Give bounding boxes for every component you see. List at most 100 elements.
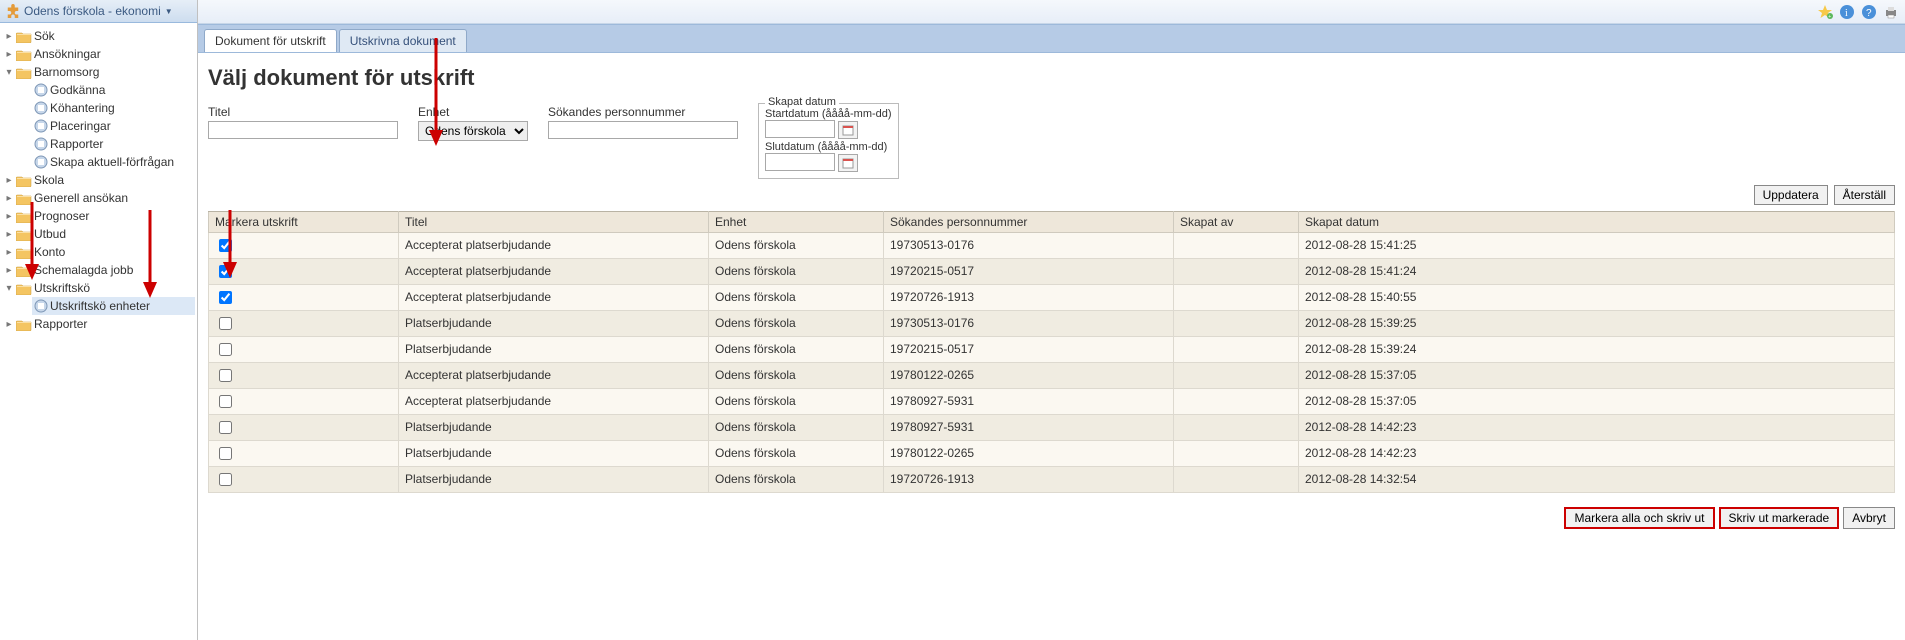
table-row: PlatserbjudandeOdens förskola19720215-05… [209,336,1895,362]
cell-date: 2012-08-28 15:40:55 [1299,284,1895,310]
start-date-input[interactable] [765,120,835,138]
cell-date: 2012-08-28 15:41:25 [1299,232,1895,258]
tree-item[interactable]: ▸Skola [2,171,195,189]
expander-icon[interactable]: ▸ [4,211,14,222]
tree-item[interactable]: ▸Generell ansökan [2,189,195,207]
expander-icon[interactable]: ▸ [4,319,14,330]
calendar-icon [842,124,854,136]
expander-icon[interactable]: ▸ [4,229,14,240]
tree-item[interactable]: ▾Barnomsorg [2,63,195,81]
expander-icon[interactable]: ▸ [4,247,14,258]
expander-icon[interactable]: ▸ [4,175,14,186]
cell-unit: Odens förskola [709,466,884,492]
tree-item[interactable]: ▾Utskriftskö [2,279,195,297]
expander-icon[interactable]: ▸ [4,49,14,60]
tree-item[interactable]: Utskriftskö enheter [32,297,195,315]
svg-text:i: i [1845,8,1848,19]
col-header-title[interactable]: Titel [399,211,709,232]
sidebar-header[interactable]: Odens förskola - ekonomi ▼ [0,0,197,23]
row-checkbox[interactable] [219,343,232,356]
tree-item[interactable]: ▸ Ansökningar [2,45,195,63]
info-icon[interactable]: i [1839,4,1855,20]
cell-by [1174,414,1299,440]
row-checkbox[interactable] [219,473,232,486]
reset-button[interactable]: Återställ [1834,185,1895,205]
main-area: + i ? Dokument för utskrift Utskrivna do… [198,0,1905,640]
expander-icon[interactable]: ▾ [4,67,14,78]
row-checkbox[interactable] [219,395,232,408]
tree-item[interactable]: ▸ Sök [2,27,195,45]
tree-item[interactable]: ▸ Schemalagda jobb [2,261,195,279]
row-checkbox[interactable] [219,265,232,278]
filter-unit-select[interactable]: Odens förskola [418,121,528,141]
end-date-input[interactable] [765,153,835,171]
table-row: PlatserbjudandeOdens förskola19780122-02… [209,440,1895,466]
col-header-by[interactable]: Skapat av [1174,211,1299,232]
expander-icon[interactable]: ▸ [4,265,14,276]
cell-pnr: 19730513-0176 [884,232,1174,258]
folder-icon [16,30,32,43]
update-button[interactable]: Uppdatera [1754,185,1828,205]
filter-title-input[interactable] [208,121,398,139]
folder-icon [16,228,32,241]
cell-pnr: 19720215-0517 [884,336,1174,362]
tree-item-label: Rapporter [34,317,87,331]
start-date-picker-button[interactable] [838,121,858,139]
col-header-unit[interactable]: Enhet [709,211,884,232]
cell-unit: Odens förskola [709,336,884,362]
tree-item[interactable]: ▸Utbud [2,225,195,243]
folder-icon [16,318,32,331]
tree-item-label: Schemalagda jobb [34,263,133,277]
filter-date-legend: Skapat datum [765,96,839,108]
cell-unit: Odens förskola [709,232,884,258]
expander-icon[interactable]: ▸ [4,31,14,42]
row-checkbox[interactable] [219,291,232,304]
cell-date: 2012-08-28 15:39:25 [1299,310,1895,336]
cell-title: Accepterat platserbjudande [399,258,709,284]
tab-utskrivna-dokument[interactable]: Utskrivna dokument [339,29,467,52]
tree-item[interactable]: Godkänna [32,81,195,99]
cell-pnr: 19780122-0265 [884,362,1174,388]
favorite-icon[interactable]: + [1817,4,1833,20]
tree-item[interactable]: Skapa aktuell-förfrågan [32,153,195,171]
mark-all-print-button[interactable]: Markera alla och skriv ut [1564,507,1714,529]
cell-date: 2012-08-28 15:41:24 [1299,258,1895,284]
tree-item[interactable]: Köhantering [32,99,195,117]
cancel-button[interactable]: Avbryt [1843,507,1895,529]
row-checkbox[interactable] [219,369,232,382]
cell-by [1174,440,1299,466]
row-checkbox[interactable] [219,421,232,434]
cell-unit: Odens förskola [709,362,884,388]
end-date-picker-button[interactable] [838,154,858,172]
tree-item[interactable]: ▸Prognoser [2,207,195,225]
tree-item-label: Sök [34,29,55,43]
row-checkbox[interactable] [219,317,232,330]
cell-unit: Odens förskola [709,414,884,440]
document-table: Markera utskrift Titel Enhet Sökandes pe… [208,211,1895,493]
cell-title: Accepterat platserbjudande [399,232,709,258]
filter-title: Titel [208,105,398,139]
tab-dokument-for-utskrift[interactable]: Dokument för utskrift [204,29,337,52]
table-row: PlatserbjudandeOdens förskola19720726-19… [209,466,1895,492]
cell-title: Platserbjudande [399,466,709,492]
expander-icon[interactable]: ▾ [4,283,14,294]
col-header-pnr[interactable]: Sökandes personnummer [884,211,1174,232]
end-date-label: Slutdatum (åååå-mm-dd) [765,141,892,153]
tree-item[interactable]: ▸ Rapporter [2,315,195,333]
cell-by [1174,310,1299,336]
print-icon[interactable] [1883,4,1899,20]
tree-item-label: Ansökningar [34,47,101,61]
print-marked-button[interactable]: Skriv ut markerade [1719,507,1840,529]
col-header-mark[interactable]: Markera utskrift [209,211,399,232]
tree-item[interactable]: ▸Konto [2,243,195,261]
row-checkbox[interactable] [219,239,232,252]
row-checkbox[interactable] [219,447,232,460]
tree-item[interactable]: Placeringar [32,117,195,135]
help-icon[interactable]: ? [1861,4,1877,20]
table-row: PlatserbjudandeOdens förskola19780927-59… [209,414,1895,440]
cell-by [1174,466,1299,492]
col-header-date[interactable]: Skapat datum [1299,211,1895,232]
tree-item[interactable]: Rapporter [32,135,195,153]
filter-pnr-input[interactable] [548,121,738,139]
expander-icon[interactable]: ▸ [4,193,14,204]
